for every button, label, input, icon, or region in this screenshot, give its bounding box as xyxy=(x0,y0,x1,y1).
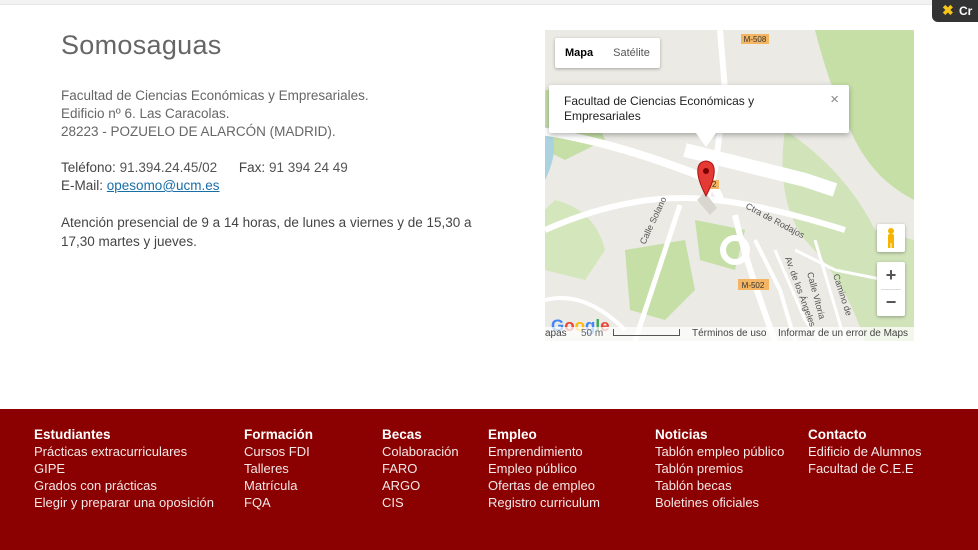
footer-link[interactable]: Ofertas de empleo xyxy=(488,477,600,494)
footer-link[interactable]: Talleres xyxy=(244,460,313,477)
footer-column-empleo: Empleo Emprendimiento Empleo público Ofe… xyxy=(488,426,600,511)
footer-link[interactable]: Tablón empleo público xyxy=(655,443,784,460)
footer-link[interactable]: Prácticas extracurriculares xyxy=(34,443,214,460)
pegman-icon[interactable] xyxy=(877,224,905,252)
map-footer: apas 50 m Términos de uso Informar de un… xyxy=(545,327,914,341)
map-info-window: Facultad de Ciencias Económicas y Empres… xyxy=(549,85,849,147)
info-window-tail xyxy=(696,133,716,147)
fax-label: Fax: xyxy=(238,160,266,175)
page-title: Somosaguas xyxy=(61,30,222,60)
zoom-out-button[interactable]: − xyxy=(877,289,905,316)
footer-link[interactable]: Registro curriculum xyxy=(488,494,600,511)
footer-heading[interactable]: Becas xyxy=(382,426,459,443)
footer-link[interactable]: Edificio de Alumnos xyxy=(808,443,921,460)
phone-value: 91.394.24.45/02 xyxy=(119,160,218,175)
footer-link[interactable]: ARGO xyxy=(382,477,459,494)
report-error-link[interactable]: Informar de un error de Maps xyxy=(778,328,908,339)
address-line: Edificio nº 6. Las Caracolas. xyxy=(61,106,230,121)
footer-link[interactable]: Grados con prácticas xyxy=(34,477,214,494)
footer-heading[interactable]: Empleo xyxy=(488,426,600,443)
footer-link[interactable]: FQA xyxy=(244,494,313,511)
footer-heading[interactable]: Contacto xyxy=(808,426,921,443)
footer-link[interactable]: Tablón premios xyxy=(655,460,784,477)
address-line: Facultad de Ciencias Económicas y Empres… xyxy=(61,88,369,103)
email-label: E-Mail: xyxy=(61,178,104,193)
site-footer: Estudiantes Prácticas extracurriculares … xyxy=(0,409,978,550)
footer-column-estudiantes: Estudiantes Prácticas extracurriculares … xyxy=(34,426,214,511)
map-data-label: apas xyxy=(545,328,567,339)
footer-link[interactable]: Facultad de C.E.E xyxy=(808,460,921,477)
close-x-icon: ✖ xyxy=(942,2,954,18)
footer-column-becas: Becas Colaboración FARO ARGO CIS xyxy=(382,426,459,511)
footer-link[interactable]: Colaboración xyxy=(382,443,459,460)
footer-link[interactable]: Cursos FDI xyxy=(244,443,313,460)
map-type-map-button[interactable]: Mapa xyxy=(555,38,603,68)
footer-link[interactable]: Boletines oficiales xyxy=(655,494,784,511)
corner-badge-label: Cr xyxy=(959,4,973,18)
contact-block: Teléfono: 91.394.24.45/02 Fax: 91 394 24… xyxy=(61,159,501,195)
address-line: 28223 - POZUELO DE ALARCÓN (MADRID). xyxy=(61,124,336,139)
terms-link[interactable]: Términos de uso xyxy=(692,328,766,339)
zoom-in-button[interactable]: + xyxy=(877,262,905,289)
footer-link[interactable]: Tablón becas xyxy=(655,477,784,494)
address-block: Facultad de Ciencias Económicas y Empres… xyxy=(61,87,501,141)
footer-column-formacion: Formación Cursos FDI Talleres Matrícula … xyxy=(244,426,313,511)
map-type-control: Mapa Satélite xyxy=(555,38,660,68)
footer-column-contacto: Contacto Edificio de Alumnos Facultad de… xyxy=(808,426,921,477)
footer-link[interactable]: FARO xyxy=(382,460,459,477)
phone-label: Teléfono: xyxy=(61,160,116,175)
footer-link[interactable]: Elegir y preparar una oposición xyxy=(34,494,214,511)
footer-link[interactable]: Matrícula xyxy=(244,477,313,494)
map-scale-bar xyxy=(613,329,680,336)
top-bar xyxy=(0,0,978,5)
close-icon[interactable]: × xyxy=(830,91,839,108)
map-tiles[interactable]: M-508 02 M-502 Ctra de Rodajos Calle Sol… xyxy=(545,30,914,341)
footer-column-noticias: Noticias Tablón empleo público Tablón pr… xyxy=(655,426,784,511)
road-label-m502: M-502 xyxy=(742,281,765,290)
zoom-divider xyxy=(881,289,901,290)
email-link[interactable]: opesomo@ucm.es xyxy=(107,178,220,193)
map-scale-label: 50 m xyxy=(581,328,604,339)
map[interactable]: M-508 02 M-502 Ctra de Rodajos Calle Sol… xyxy=(545,30,914,341)
footer-link[interactable]: Empleo público xyxy=(488,460,600,477)
footer-heading[interactable]: Estudiantes xyxy=(34,426,214,443)
road-label-m508: M-508 xyxy=(744,35,767,44)
map-type-satellite-button[interactable]: Satélite xyxy=(603,38,660,68)
zoom-control: + − xyxy=(877,262,905,316)
fax-value: 91 394 24 49 xyxy=(268,160,348,175)
footer-link[interactable]: Emprendimiento xyxy=(488,443,600,460)
footer-link[interactable]: GIPE xyxy=(34,460,214,477)
corner-badge[interactable]: ✖ Cr xyxy=(932,0,978,22)
footer-heading[interactable]: Formación xyxy=(244,426,313,443)
info-window-text: Facultad de Ciencias Económicas y Empres… xyxy=(564,94,755,123)
footer-heading[interactable]: Noticias xyxy=(655,426,784,443)
office-info: Somosaguas Facultad de Ciencias Económic… xyxy=(61,30,501,251)
opening-hours: Atención presencial de 9 a 14 horas, de … xyxy=(61,215,472,249)
footer-link[interactable]: CIS xyxy=(382,494,459,511)
